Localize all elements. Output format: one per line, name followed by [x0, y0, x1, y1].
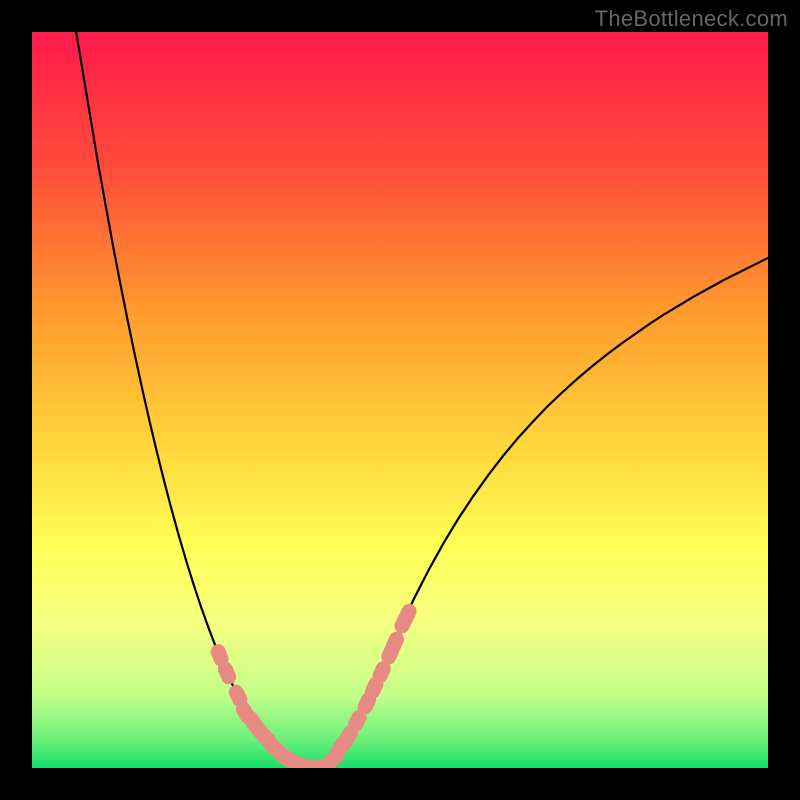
watermark-text: TheBottleneck.com — [595, 6, 788, 32]
chart-frame: TheBottleneck.com — [0, 0, 800, 800]
marker-group — [209, 602, 418, 768]
plot-area — [32, 32, 768, 768]
bottleneck-curve — [76, 32, 768, 768]
chart-svg — [32, 32, 768, 768]
